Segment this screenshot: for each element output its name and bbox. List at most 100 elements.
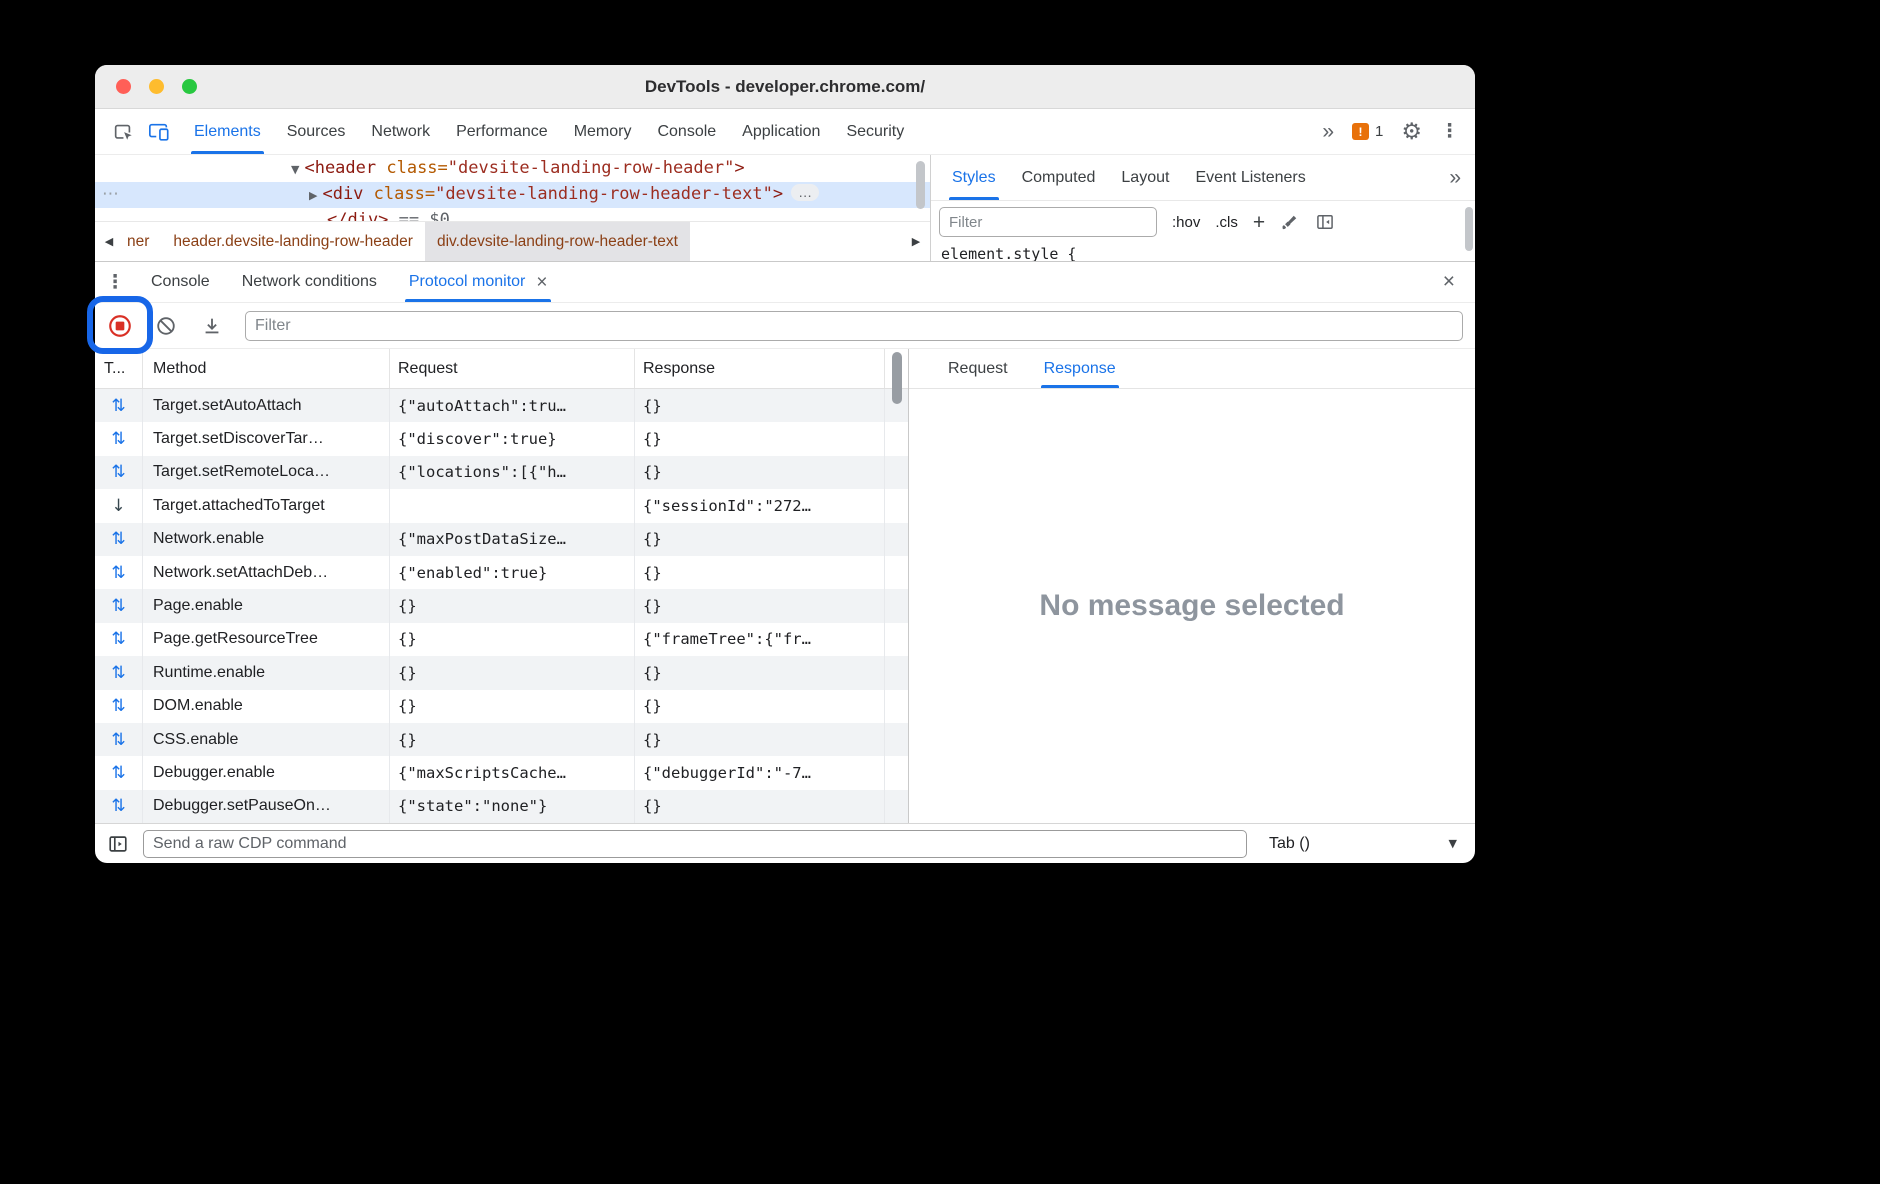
- table-row[interactable]: ⇅Runtime.enable{}{}: [95, 656, 908, 689]
- styles-scrollbar[interactable]: [1465, 207, 1473, 251]
- table-row[interactable]: ⇅Debugger.enable{"maxScriptsCache…{"debu…: [95, 756, 908, 789]
- styles-filter-input[interactable]: [939, 207, 1157, 237]
- method-cell: Target.setDiscoverTar…: [143, 422, 390, 455]
- table-row[interactable]: ⇅Page.enable{}{}: [95, 589, 908, 622]
- request-cell: {}: [390, 589, 635, 622]
- dom-node-selected[interactable]: ▶<div class="devsite-landing-row-header-…: [95, 182, 930, 208]
- close-tab-icon[interactable]: ×: [536, 273, 547, 292]
- target-selector-dropdown[interactable]: Tab () ▼: [1269, 835, 1465, 853]
- tab-network[interactable]: Network: [358, 109, 443, 154]
- method-cell: Page.enable: [143, 589, 390, 622]
- method-cell: Target.setRemoteLoca…: [143, 456, 390, 489]
- type-cell: ⇅: [95, 790, 143, 823]
- crumb-right-arrow-icon[interactable]: ▶: [902, 235, 930, 248]
- elements-scrollbar[interactable]: [916, 161, 925, 209]
- tab-security[interactable]: Security: [833, 109, 917, 154]
- response-cell: {}: [635, 389, 885, 422]
- request-cell: {}: [390, 723, 635, 756]
- node-more-icon[interactable]: …: [791, 184, 819, 201]
- tab-memory[interactable]: Memory: [561, 109, 645, 154]
- minimize-window-button[interactable]: [149, 79, 164, 94]
- cdp-command-input[interactable]: [143, 830, 1247, 858]
- tab-performance[interactable]: Performance: [443, 109, 561, 154]
- toggle-hover-button[interactable]: :hov: [1172, 214, 1200, 231]
- toggle-sidebar-icon[interactable]: [1315, 212, 1335, 232]
- main-menu-kebab-icon[interactable]: ⋮: [1440, 120, 1459, 143]
- drawer-tab-protocol-monitor[interactable]: Protocol monitor ×: [393, 262, 564, 302]
- method-cell: CSS.enable: [143, 723, 390, 756]
- disclosure-open-icon[interactable]: ▼: [291, 163, 299, 176]
- inspect-element-icon[interactable]: [105, 109, 141, 154]
- tab-sources[interactable]: Sources: [274, 109, 359, 154]
- tab-layout[interactable]: Layout: [1108, 155, 1182, 200]
- sent-received-icon: ⇅: [111, 396, 125, 416]
- column-header-request[interactable]: Request: [390, 349, 635, 388]
- response-cell: {"frameTree":{"fr…: [635, 623, 885, 656]
- table-row[interactable]: ↓Target.attachedToTarget{"sessionId":"27…: [95, 489, 908, 522]
- table-row[interactable]: ⇅Target.setRemoteLoca…{"locations":[{"h……: [95, 456, 908, 489]
- detail-tabs: Request Response: [909, 349, 1475, 389]
- tab-event-listeners[interactable]: Event Listeners: [1182, 155, 1318, 200]
- more-sidebar-tabs-icon[interactable]: »: [1449, 166, 1475, 190]
- dropdown-caret-icon: ▼: [1449, 837, 1457, 850]
- response-cell: {}: [635, 723, 885, 756]
- expand-command-editor-icon[interactable]: [105, 831, 131, 857]
- type-cell: ⇅: [95, 756, 143, 789]
- close-drawer-icon[interactable]: ×: [1443, 270, 1475, 294]
- crumb-left-arrow-icon[interactable]: ◀: [95, 235, 123, 248]
- tab-console[interactable]: Console: [644, 109, 729, 154]
- detail-tab-response[interactable]: Response: [1031, 349, 1129, 388]
- disclosure-closed-icon[interactable]: ▶: [309, 189, 317, 202]
- table-row[interactable]: ⇅Page.getResourceTree{}{"frameTree":{"fr…: [95, 623, 908, 656]
- request-cell: {"autoAttach":tru…: [390, 389, 635, 422]
- styles-tabs: Styles Computed Layout Event Listeners »: [931, 155, 1475, 201]
- settings-gear-icon[interactable]: ⚙: [1401, 119, 1422, 145]
- request-cell: {"locations":[{"h…: [390, 456, 635, 489]
- format-brush-icon[interactable]: [1280, 212, 1300, 232]
- protocol-filter-input[interactable]: [245, 311, 1463, 341]
- table-row[interactable]: ⇅Network.setAttachDeb…{"enabled":true}{}: [95, 556, 908, 589]
- styles-toolbar: :hov .cls +: [931, 201, 1475, 243]
- breadcrumb-item-selected[interactable]: div.devsite-landing-row-header-text: [425, 222, 690, 261]
- drawer-tab-network-conditions[interactable]: Network conditions: [226, 262, 393, 302]
- new-style-rule-button[interactable]: +: [1253, 212, 1265, 233]
- table-row[interactable]: ⇅DOM.enable{}{}: [95, 690, 908, 723]
- close-window-button[interactable]: [116, 79, 131, 94]
- devtools-window: DevTools - developer.chrome.com/ Element…: [95, 65, 1475, 863]
- issues-button[interactable]: ! 1: [1352, 123, 1383, 140]
- method-cell: Target.attachedToTarget: [143, 489, 390, 522]
- tab-elements[interactable]: Elements: [181, 109, 274, 154]
- device-toolbar-icon[interactable]: [141, 109, 177, 154]
- save-download-button[interactable]: [199, 313, 225, 339]
- table-scrollbar[interactable]: [892, 352, 902, 404]
- node-options-icon[interactable]: ⋯: [102, 182, 120, 207]
- tab-computed[interactable]: Computed: [1009, 155, 1109, 200]
- clear-button[interactable]: [153, 313, 179, 339]
- tab-styles[interactable]: Styles: [939, 155, 1009, 200]
- dom-node-close[interactable]: </div> == $0: [95, 208, 930, 221]
- table-row[interactable]: ⇅Debugger.setPauseOn…{"state":"none"}{}: [95, 790, 908, 823]
- table-row[interactable]: ⇅Target.setDiscoverTar…{"discover":true}…: [95, 422, 908, 455]
- detail-tab-request[interactable]: Request: [935, 349, 1021, 388]
- breadcrumb-item[interactable]: header.devsite-landing-row-header: [161, 222, 425, 261]
- empty-state-message: No message selected: [1039, 589, 1344, 623]
- more-panels-icon[interactable]: »: [1322, 120, 1334, 144]
- zoom-window-button[interactable]: [182, 79, 197, 94]
- dom-node-header[interactable]: ▼<header class="devsite-landing-row-head…: [95, 156, 930, 182]
- response-cell: {}: [635, 656, 885, 689]
- column-header-type[interactable]: T...: [95, 349, 143, 388]
- table-row[interactable]: ⇅Network.enable{"maxPostDataSize…{}: [95, 523, 908, 556]
- toggle-class-button[interactable]: .cls: [1215, 214, 1238, 231]
- sent-received-icon: ⇅: [111, 429, 125, 449]
- table-row[interactable]: ⇅Target.setAutoAttach{"autoAttach":tru…{…: [95, 389, 908, 422]
- table-row[interactable]: ⇅CSS.enable{}{}: [95, 723, 908, 756]
- drawer-tab-console[interactable]: Console: [135, 262, 226, 302]
- sent-received-icon: ⇅: [111, 763, 125, 783]
- tab-application[interactable]: Application: [729, 109, 833, 154]
- column-header-response[interactable]: Response: [635, 349, 885, 388]
- record-button-highlight-annotation: [87, 296, 153, 354]
- drawer-menu-kebab-icon[interactable]: ⋮: [95, 271, 135, 294]
- styles-sidebar: Styles Computed Layout Event Listeners »…: [930, 155, 1475, 261]
- breadcrumb-item[interactable]: ner: [123, 222, 161, 261]
- column-header-method[interactable]: Method: [143, 349, 390, 388]
